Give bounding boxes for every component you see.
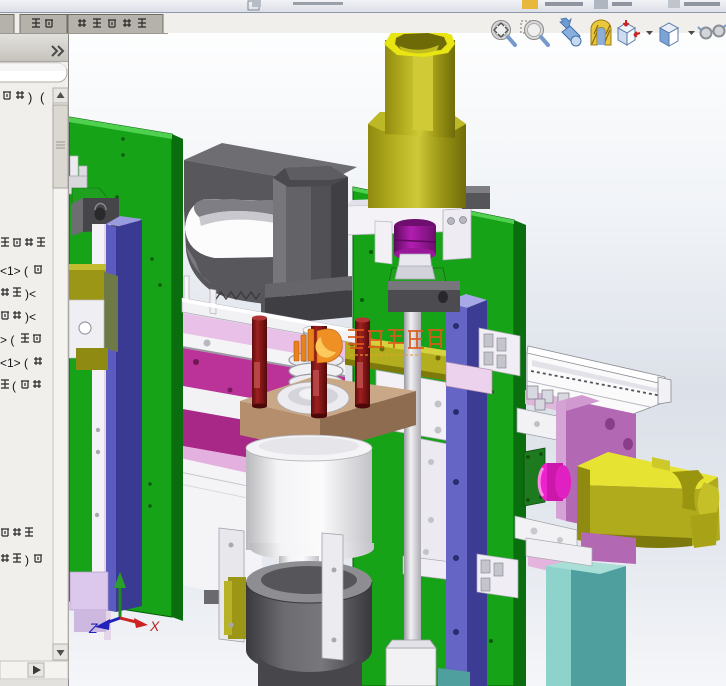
svg-text:(: (: [40, 90, 45, 105]
svg-text:> (: > (: [0, 333, 14, 347]
svg-text:)<: )<: [25, 287, 36, 301]
svg-text:<1> (: <1> (: [0, 264, 28, 278]
svg-text:<1> (: <1> (: [0, 356, 28, 370]
svg-text:(: (: [12, 379, 16, 393]
svg-text:): ): [28, 90, 32, 105]
svg-text:): ): [25, 553, 29, 567]
svg-text:)<: )<: [25, 310, 36, 324]
svg-text:Z: Z: [88, 620, 98, 636]
svg-text:X: X: [149, 618, 160, 634]
